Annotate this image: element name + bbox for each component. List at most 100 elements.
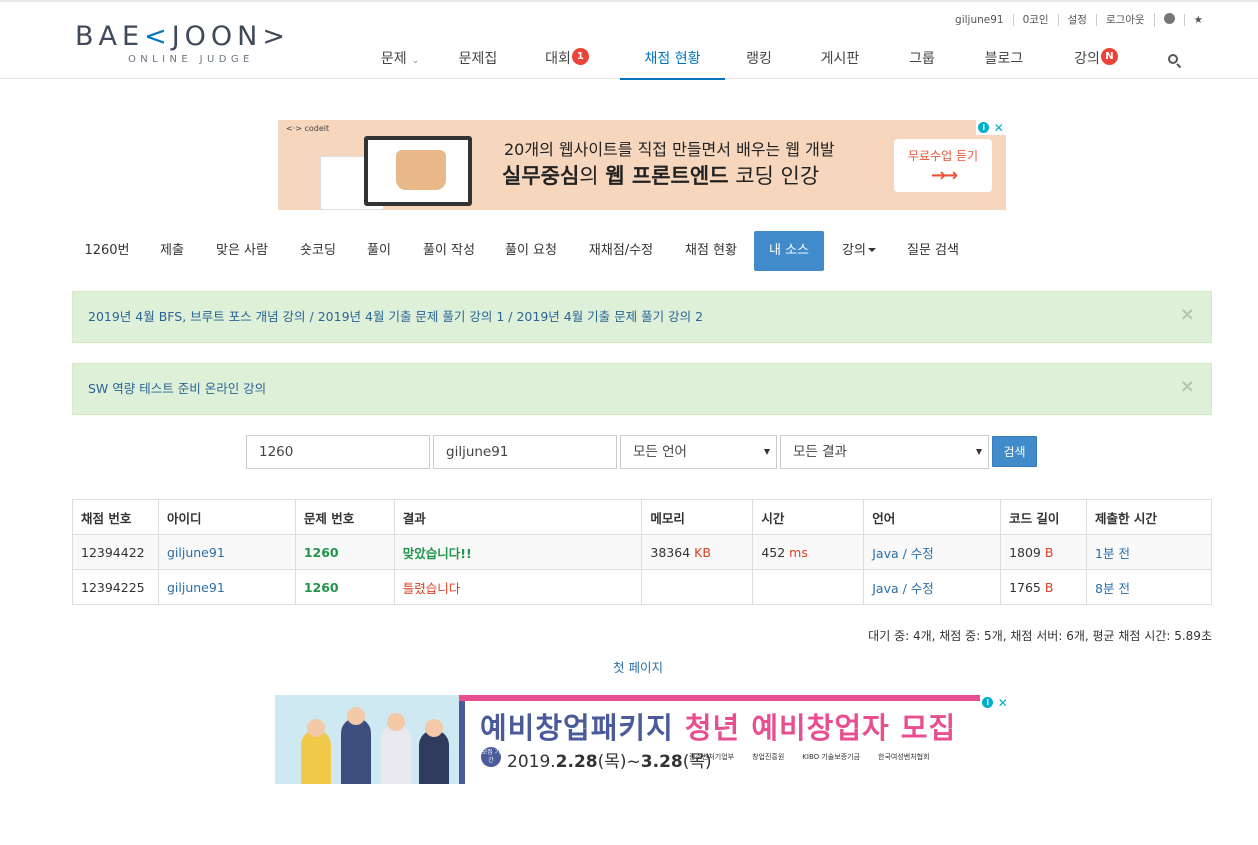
alert-link[interactable]: SW 역량 테스트 준비 온라인 강의 (88, 381, 266, 396)
col-header: 문제 번호 (294, 499, 395, 535)
col-header: 결과 (393, 499, 643, 535)
nav-item-status[interactable]: 채점 현황 (620, 40, 725, 80)
result-accepted: 맞았습니다!! (402, 545, 472, 561)
chevron-down-icon: ⌄ (411, 56, 420, 66)
alert-link[interactable]: 2019년 4월 기출 문제 풀기 강의 2 (516, 309, 703, 324)
user-id-input[interactable]: giljune91 (433, 435, 617, 469)
site-logo[interactable]: BAE<JOON> ONLINE JUDGE (75, 21, 290, 66)
table-header-row: 채점 번호 아이디 문제 번호 결과 메모리 시간 언어 코드 길이 제출한 시… (72, 499, 1212, 535)
tab-solutions[interactable]: 풀이 (358, 231, 400, 271)
nav-item-lectures[interactable]: 강의 N (1066, 40, 1126, 80)
col-header: 아이디 (157, 499, 296, 535)
col-header: 메모리 (641, 499, 754, 535)
ad-headline-2: 실무중심의 웹 프론트엔드 코딩 인강 (502, 164, 820, 188)
submitted-time-link[interactable]: 1분 전 (1095, 546, 1130, 561)
tab-request-solution[interactable]: 풀이 요청 (498, 231, 564, 271)
status-table: 채점 번호 아이디 문제 번호 결과 메모리 시간 언어 코드 길이 제출한 시… (72, 499, 1212, 605)
close-icon: ✕ (997, 695, 1008, 710)
problem-link[interactable]: 1260 (304, 545, 339, 560)
tab-my-source[interactable]: 내 소스 (754, 231, 824, 271)
col-header: 시간 (752, 499, 865, 535)
nav-item-groups[interactable]: 그룹 (900, 40, 944, 80)
logo-wordmark: BAE<JOON> (75, 21, 290, 52)
ad-bag-image (396, 150, 446, 190)
col-header: 제출한 시간 (1086, 499, 1212, 535)
submitted-time-link[interactable]: 8분 전 (1095, 581, 1130, 596)
globe-icon (1163, 13, 1175, 24)
caret-down-icon (764, 449, 770, 455)
caret-down-icon (867, 248, 876, 252)
settings-link[interactable]: 설정 (1057, 14, 1096, 26)
adchoices-badge[interactable]: i ✕ (980, 695, 1010, 710)
result-wrong: 틀렸습니다 (402, 580, 461, 596)
code-length-cell: 1765 B (1000, 569, 1088, 605)
bottom-banner-ad[interactable]: 예비창업패키지 청년 예비창업자 모집 모집 기간 2019.2.28(목)~3… (275, 695, 1010, 784)
first-page-wrap: 첫 페이지 (0, 657, 1258, 676)
new-badge: N (1100, 48, 1118, 65)
nav-item-ranking[interactable]: 랭킹 (737, 40, 781, 80)
col-header: 언어 (863, 499, 1002, 535)
tab-rejudge[interactable]: 재채점/수정 (581, 231, 661, 271)
language-link[interactable]: Java (872, 581, 898, 596)
close-icon: ✕ (993, 120, 1004, 135)
problem-link[interactable]: 1260 (304, 580, 339, 595)
favorite-star-link[interactable]: ★ (1183, 14, 1212, 26)
nav-item-board[interactable]: 게시판 (811, 40, 869, 80)
ad-headline-1: 20개의 웹사이트를 직접 만들면서 배우는 웹 개발 (504, 140, 835, 159)
code-length-cell: 1809 B (1000, 534, 1088, 570)
logo-subtitle: ONLINE JUDGE (128, 54, 254, 65)
ad-sponsor-logos: 중소벤처기업부 창업진흥원 KIBO 기술보증기금 한국여성벤처협회 (689, 753, 930, 761)
contest-count-badge: 1 (571, 48, 589, 65)
alert-lectures-april: 2019년 4월 BFS, 브루트 포스 개념 강의 / 2019년 4월 기출… (72, 291, 1212, 343)
tab-lectures[interactable]: 강의 (836, 231, 882, 271)
coins-link[interactable]: 0코인 (1012, 14, 1058, 26)
username-link[interactable]: giljune91 (946, 14, 1013, 26)
top-banner-ad[interactable]: <·> codeit 20개의 웹사이트를 직접 만들면서 배우는 웹 개발 실… (278, 120, 1006, 210)
user-link[interactable]: giljune91 (167, 580, 225, 595)
result-select[interactable]: 모든 결과 (780, 435, 989, 469)
ad-cta-button[interactable]: 무료수업 듣기 →→ (894, 139, 992, 192)
language-globe-link[interactable] (1153, 13, 1184, 27)
judge-stats: 대기 중: 4개, 채점 중: 5개, 채점 서버: 6개, 평균 채점 시간:… (868, 629, 1212, 643)
time-cell (752, 569, 865, 605)
time-cell: 452 ms (752, 534, 865, 570)
search-icon[interactable] (1168, 54, 1182, 69)
edit-link[interactable]: 수정 (911, 546, 934, 561)
tab-short-coding[interactable]: 숏코딩 (292, 231, 344, 271)
caret-down-icon (976, 449, 982, 455)
nav-item-workbooks[interactable]: 문제집 (450, 40, 506, 80)
ad-people-illustration (283, 703, 453, 784)
edit-link[interactable]: 수정 (911, 581, 934, 596)
adchoices-badge[interactable]: i ✕ (976, 120, 1006, 135)
language-link[interactable]: Java (872, 546, 898, 561)
logout-link[interactable]: 로그아웃 (1095, 14, 1154, 26)
alert-link[interactable]: 2019년 4월 기출 문제 풀기 강의 1 (318, 309, 505, 324)
problem-id-input[interactable]: 1260 (246, 435, 430, 469)
first-page-link[interactable]: 첫 페이지 (613, 660, 663, 675)
col-header: 채점 번호 (72, 499, 159, 535)
submission-id: 12394225 (72, 569, 159, 605)
memory-cell (641, 569, 754, 605)
search-button[interactable]: 검색 (992, 436, 1037, 467)
ad-brand-logo: <·> codeit (286, 124, 330, 133)
tab-accepted-users[interactable]: 맞은 사람 (207, 231, 277, 271)
tab-judge-status[interactable]: 채점 현황 (678, 231, 744, 271)
close-icon[interactable]: × (1180, 364, 1195, 410)
nav-item-contests[interactable]: 대회 1 (538, 40, 596, 80)
language-select[interactable]: 모든 언어 (620, 435, 777, 469)
ad-date: 2019.2.28(목)~3.28(목) (507, 752, 712, 772)
nav-item-problems[interactable]: 문제 ⌄ (374, 40, 426, 80)
alert-link[interactable]: 2019년 4월 BFS, 브루트 포스 개념 강의 (88, 309, 306, 324)
user-link[interactable]: giljune91 (167, 545, 225, 560)
tab-problem[interactable]: 1260번 (72, 231, 142, 271)
nav-item-blog[interactable]: 블로그 (976, 40, 1032, 80)
tab-write-solution[interactable]: 풀이 작성 (416, 231, 482, 271)
table-row: 12394422 giljune91 1260 맞았습니다!! 38364 KB… (72, 534, 1212, 570)
tab-submit[interactable]: 제출 (148, 231, 196, 271)
close-icon[interactable]: × (1180, 292, 1195, 338)
site-header: BAE<JOON> ONLINE JUDGE giljune91 0코인 설정 … (0, 2, 1258, 80)
tab-question-search[interactable]: 질문 검색 (902, 231, 964, 271)
memory-cell: 38364 KB (641, 534, 754, 570)
alert-sw-test: SW 역량 테스트 준비 온라인 강의 × (72, 363, 1212, 415)
table-row: 12394225 giljune91 1260 틀렸습니다 Java / 수정 … (72, 569, 1212, 605)
